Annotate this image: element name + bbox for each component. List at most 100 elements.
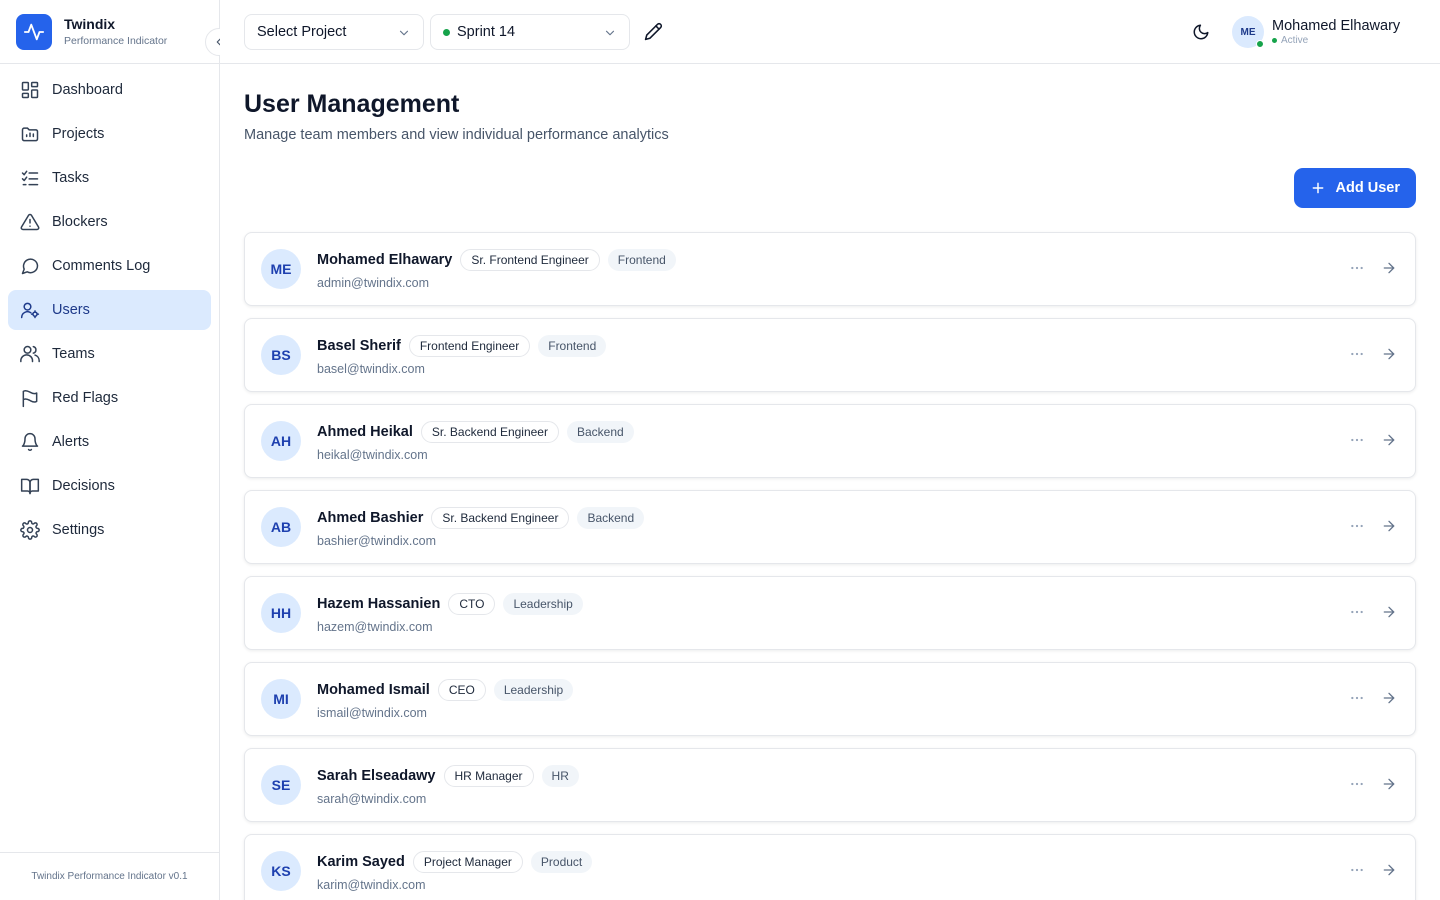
more-options-icon[interactable] — [1349, 690, 1365, 706]
sidebar-item-red-flags[interactable]: Red Flags — [8, 378, 211, 418]
sidebar-item-comments-log[interactable]: Comments Log — [8, 246, 211, 286]
user-name: Basel Sherif — [317, 337, 401, 354]
chevron-down-icon — [605, 30, 615, 36]
main-content: User Management Manage team members and … — [244, 64, 1416, 900]
brand-header: Twindix Performance Indicator — [0, 0, 233, 64]
user-card[interactable]: AH Ahmed Heikal Sr. Backend Engineer Bac… — [244, 404, 1416, 478]
more-options-icon[interactable] — [1349, 604, 1365, 620]
avatar-initials: ME — [1240, 26, 1256, 38]
sidebar-item-dashboard[interactable]: Dashboard — [8, 70, 211, 110]
flag-icon — [22, 389, 38, 408]
sidebar-item-users[interactable]: Users — [8, 290, 211, 330]
gear-icon — [20, 520, 40, 540]
arrow-right-icon[interactable] — [1381, 346, 1397, 362]
arrow-right-icon[interactable] — [1381, 776, 1397, 792]
arrow-right-icon[interactable] — [1381, 518, 1397, 534]
department-badge: Backend — [577, 506, 645, 529]
role-badge: CTO — [448, 592, 496, 615]
department-badge: Backend — [566, 420, 634, 443]
user-card[interactable]: MI Mohamed Ismail CEO Leadership ismail@… — [244, 662, 1416, 736]
user-email: basel@twindix.com — [317, 361, 425, 376]
add-user-label: Add User — [1335, 180, 1400, 196]
user-card[interactable]: KS Karim Sayed Project Manager Product k… — [244, 834, 1416, 900]
department-badge: Leadership — [503, 592, 583, 615]
more-options-icon[interactable] — [1349, 776, 1365, 792]
arrow-right-icon[interactable] — [1381, 260, 1397, 276]
book-icon — [20, 478, 40, 495]
arrow-right-icon[interactable] — [1381, 604, 1397, 620]
avatar: ME — [1232, 16, 1264, 48]
sidebar-item-label: Projects — [52, 126, 105, 142]
tasks-icon — [21, 170, 39, 186]
plus-icon — [1312, 182, 1323, 194]
more-options-icon[interactable] — [1349, 260, 1365, 276]
avatar: MI — [261, 679, 301, 719]
comment-icon — [21, 258, 39, 275]
user-card[interactable]: SE Sarah Elseadawy HR Manager HR sarah@t… — [244, 748, 1416, 822]
user-name: Mohamed Ismail — [317, 681, 430, 698]
teams-icon — [20, 345, 40, 363]
user-list: ME Mohamed Elhawary Sr. Frontend Enginee… — [244, 232, 1416, 900]
sidebar-item-decisions[interactable]: Decisions — [8, 466, 211, 506]
sidebar-item-teams[interactable]: Teams — [8, 334, 211, 374]
department-badge: Frontend — [538, 334, 607, 357]
page-subtitle: Manage team members and view individual … — [244, 127, 669, 143]
user-menu[interactable]: ME Mohamed Elhawary Active — [1232, 16, 1400, 48]
user-card[interactable]: AB Ahmed Bashier Sr. Backend Engineer Ba… — [244, 490, 1416, 564]
brand-name: Twindix — [64, 16, 116, 32]
sidebar-item-settings[interactable]: Settings — [8, 510, 211, 550]
sidebar-item-label: Dashboard — [52, 82, 123, 98]
avatar: AH — [261, 421, 301, 461]
status-text: Active — [1281, 35, 1309, 46]
sidebar-item-blockers[interactable]: Blockers — [8, 202, 211, 242]
arrow-right-icon[interactable] — [1381, 690, 1397, 706]
role-badge: Sr. Frontend Engineer — [460, 248, 600, 271]
sidebar-item-label: Decisions — [52, 478, 115, 494]
dashboard-icon — [21, 81, 39, 99]
user-email: bashier@twindix.com — [317, 533, 436, 548]
user-card[interactable]: HH Hazem Hassanien CTO Leadership hazem@… — [244, 576, 1416, 650]
avatar: HH — [261, 593, 301, 633]
user-card[interactable]: ME Mohamed Elhawary Sr. Frontend Enginee… — [244, 232, 1416, 306]
sidebar-item-label: Settings — [52, 522, 105, 538]
sprint-select[interactable]: Sprint 14 — [430, 14, 630, 50]
pencil-icon — [644, 23, 662, 41]
user-name: Mohamed Elhawary — [317, 251, 453, 268]
more-options-icon[interactable] — [1349, 432, 1365, 448]
user-email: admin@twindix.com — [317, 275, 430, 290]
more-options-icon[interactable] — [1349, 862, 1365, 878]
sidebar-item-label: Users — [52, 302, 90, 318]
avatar: AB — [261, 507, 301, 547]
moon-icon — [1193, 24, 1209, 40]
status-dot — [1272, 38, 1277, 43]
sidebar: Twindix Performance Indicator Dashboard … — [0, 0, 233, 900]
sidebar-item-tasks[interactable]: Tasks — [8, 158, 211, 198]
user-name: Sarah Elseadawy — [317, 767, 436, 784]
sidebar-item-label: Red Flags — [52, 390, 119, 406]
arrow-right-icon[interactable] — [1381, 862, 1397, 878]
user-card[interactable]: BS Basel Sherif Frontend Engineer Fronte… — [244, 318, 1416, 392]
arrow-right-icon[interactable] — [1381, 432, 1397, 448]
sidebar-item-label: Teams — [52, 346, 95, 362]
sidebar-item-projects[interactable]: Projects — [8, 114, 211, 154]
users-icon — [20, 302, 40, 319]
sidebar-item-alerts[interactable]: Alerts — [8, 422, 211, 462]
project-select[interactable]: Select Project — [244, 14, 424, 50]
avatar: ME — [261, 249, 301, 289]
theme-toggle-button[interactable] — [1192, 23, 1210, 46]
user-email: karim@twindix.com — [317, 877, 426, 892]
role-badge: Project Manager — [412, 850, 523, 873]
online-status-dot — [1256, 40, 1264, 48]
bell-icon — [21, 432, 39, 452]
sidebar-nav: Dashboard Projects Tasks Blockers Commen… — [0, 64, 219, 560]
department-badge: Frontend — [607, 248, 676, 271]
edit-sprint-button[interactable] — [644, 22, 663, 46]
avatar: KS — [261, 851, 301, 891]
warning-icon — [20, 213, 40, 231]
more-options-icon[interactable] — [1349, 518, 1365, 534]
more-options-icon[interactable] — [1349, 346, 1365, 362]
add-user-button[interactable]: Add User — [1293, 168, 1416, 208]
current-user-name: Mohamed Elhawary — [1272, 18, 1401, 34]
activity-logo-icon — [16, 13, 52, 50]
sidebar-item-label: Comments Log — [52, 258, 151, 274]
